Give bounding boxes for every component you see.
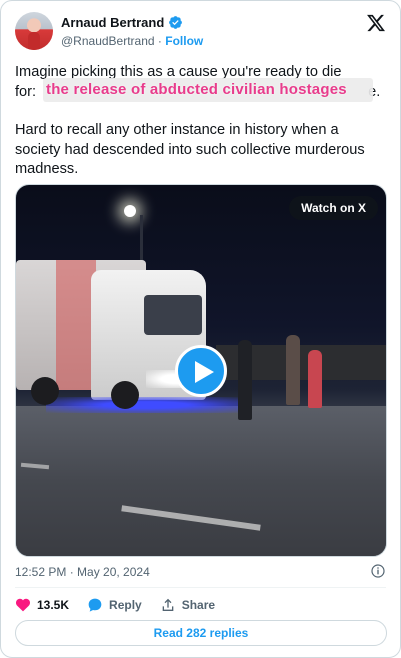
reply-label: Reply: [109, 598, 142, 612]
person-figure: [308, 350, 322, 408]
person-figure: [286, 335, 300, 405]
info-icon[interactable]: [370, 563, 386, 579]
divider: [15, 587, 386, 588]
handle-row: @RnaudBertrand · Follow: [61, 34, 203, 48]
reply-bubble-icon: [88, 598, 102, 612]
play-button[interactable]: [175, 345, 227, 397]
reply-button[interactable]: Reply: [87, 597, 142, 613]
play-icon: [195, 361, 214, 383]
street-lamp: [124, 205, 136, 217]
like-button[interactable]: 13.5K: [15, 597, 69, 613]
watch-on-x-button[interactable]: Watch on X: [289, 196, 378, 220]
author-name[interactable]: Arnaud Bertrand: [61, 15, 164, 30]
heart-icon: [15, 598, 31, 612]
x-logo-icon[interactable]: [366, 13, 386, 33]
tweet-timestamp[interactable]: 12:52 PM · May 20, 2024: [15, 565, 150, 579]
avatar[interactable]: [15, 12, 53, 50]
caption-overlay: the release of abducted civilian hostage…: [43, 78, 373, 102]
read-replies-button[interactable]: Read 282 replies: [15, 620, 387, 646]
video-player[interactable]: Watch on X: [15, 184, 387, 557]
name-row: Arnaud Bertrand: [61, 15, 183, 30]
share-icon: [162, 598, 174, 611]
follow-button[interactable]: Follow: [165, 34, 203, 48]
share-button[interactable]: Share: [160, 597, 215, 613]
verified-badge-icon: [169, 16, 183, 29]
like-count: 13.5K: [37, 598, 70, 612]
overlay-caption-text: the release of abducted civilian hostage…: [46, 81, 347, 98]
share-label: Share: [181, 598, 216, 612]
tweet-paragraph-2: Hard to recall any other instance in his…: [15, 122, 365, 177]
road: [16, 406, 386, 556]
tweet-header: Arnaud Bertrand @RnaudBertrand · Follow: [15, 11, 386, 51]
author-handle[interactable]: @RnaudBertrand: [61, 34, 155, 48]
person-figure: [238, 340, 252, 420]
action-bar: 13.5K Reply Share: [15, 595, 233, 615]
tweet-embed-card: Arnaud Bertrand @RnaudBertrand · Follow …: [0, 0, 401, 658]
handle-separator: ·: [157, 34, 162, 48]
